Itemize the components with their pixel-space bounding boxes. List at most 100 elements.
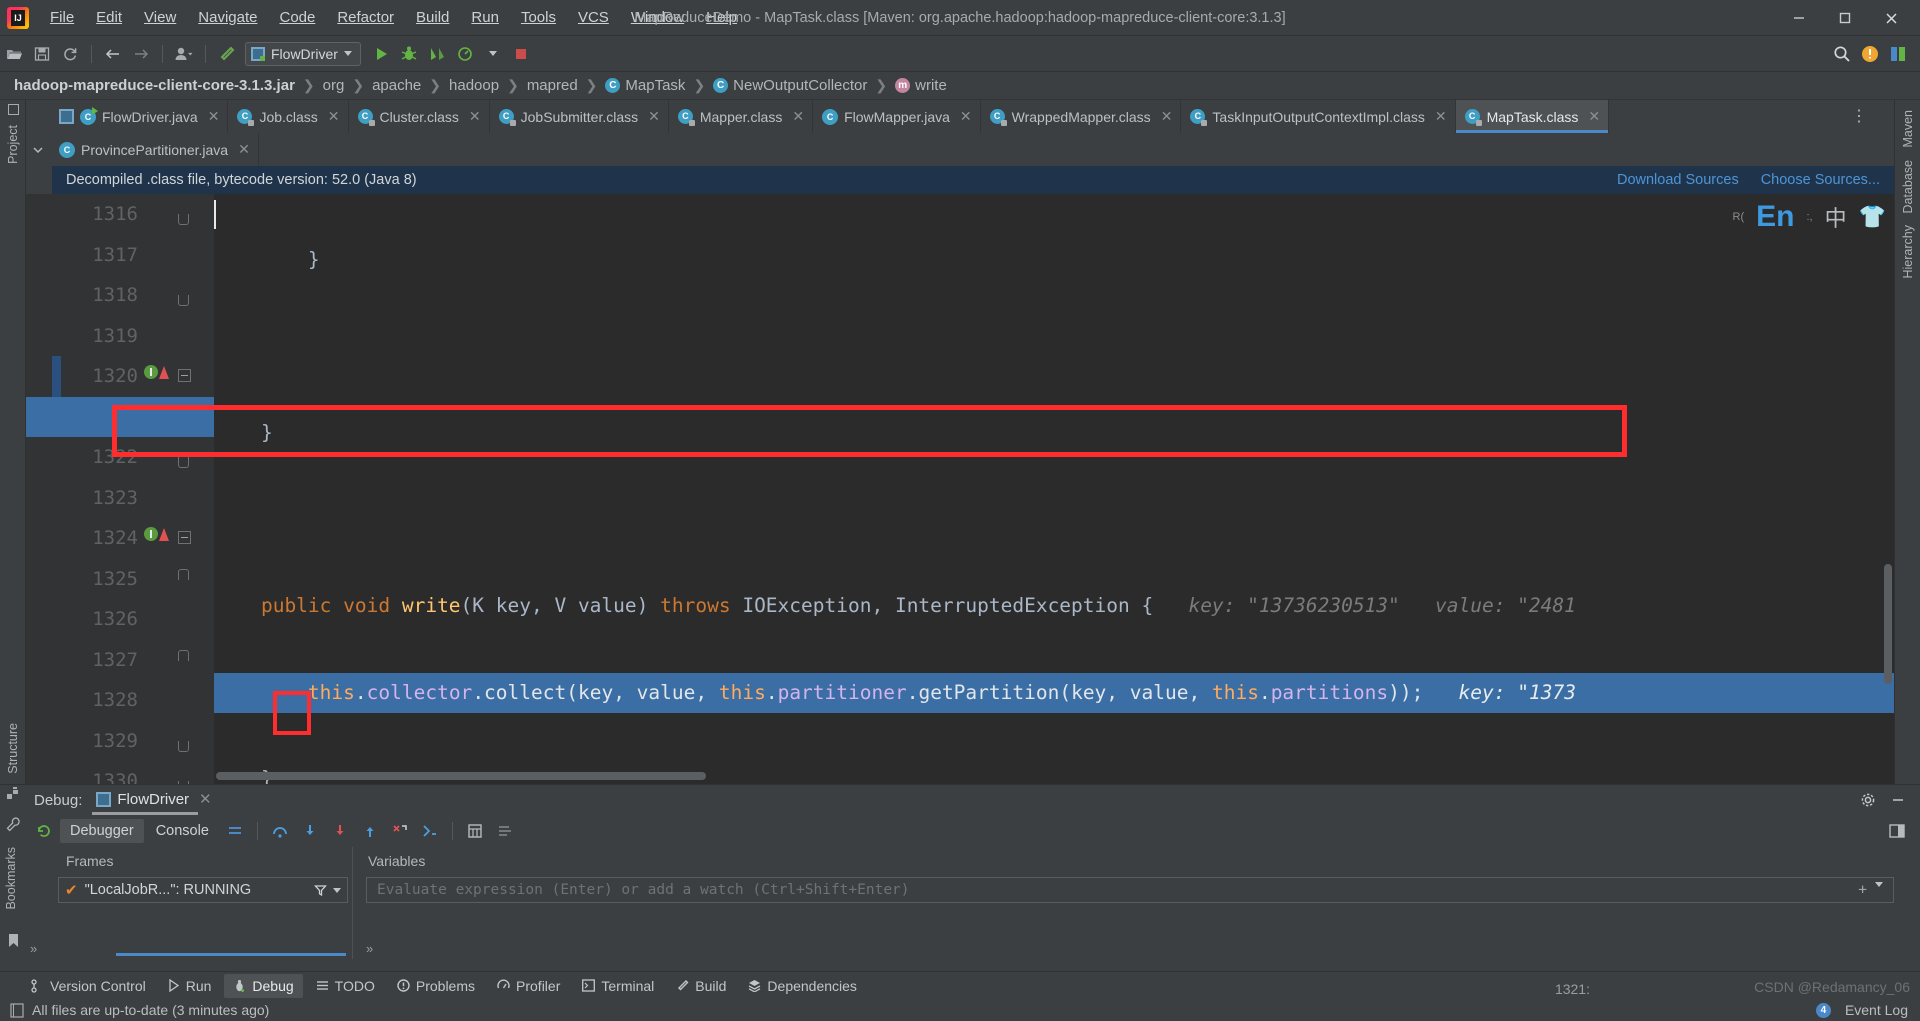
fold-start-icon[interactable] bbox=[178, 369, 191, 382]
close-icon[interactable]: ✕ bbox=[328, 108, 340, 125]
editor-vertical-scrollbar[interactable] bbox=[1884, 564, 1892, 684]
chevron-down-icon[interactable] bbox=[26, 133, 50, 166]
breadcrumb-item-org[interactable]: org bbox=[323, 77, 345, 94]
sync-refresh-icon[interactable] bbox=[56, 41, 84, 67]
user-profile-icon[interactable] bbox=[170, 41, 198, 67]
code-editor[interactable]: 1316 1317 1318 1319 1320 1321 1322 1323 … bbox=[26, 194, 1894, 784]
force-step-into-icon[interactable] bbox=[326, 818, 354, 844]
gear-icon[interactable] bbox=[1860, 792, 1876, 808]
sidebar-item-database[interactable]: Database bbox=[1901, 154, 1915, 220]
frames-scroll-indicator[interactable] bbox=[116, 953, 346, 956]
sidebar-item-hierarchy[interactable]: Hierarchy bbox=[1901, 219, 1915, 285]
close-icon[interactable]: ✕ bbox=[1435, 108, 1447, 125]
editor-tab-provincepartitioner[interactable]: C ProvincePartitioner.java ✕ bbox=[50, 133, 259, 166]
rerun-icon[interactable] bbox=[30, 818, 58, 844]
forward-arrow-icon[interactable] bbox=[127, 41, 155, 67]
menu-item-tools[interactable]: Tools bbox=[510, 6, 567, 29]
minimize-button[interactable] bbox=[1776, 0, 1822, 36]
close-button[interactable] bbox=[1868, 0, 1914, 36]
debug-session-tab[interactable]: FlowDriver ✕ bbox=[92, 785, 215, 815]
debug-panel-divider[interactable] bbox=[352, 847, 353, 959]
close-icon[interactable]: ✕ bbox=[199, 790, 212, 808]
open-folder-icon[interactable] bbox=[0, 41, 28, 67]
stop-button[interactable] bbox=[507, 41, 535, 67]
close-icon[interactable]: ✕ bbox=[238, 141, 250, 158]
menu-item-navigate[interactable]: Navigate bbox=[187, 6, 268, 29]
debug-tab-console[interactable]: Console bbox=[146, 819, 219, 843]
menu-item-window[interactable]: Window bbox=[620, 6, 695, 29]
hide-panel-icon[interactable] bbox=[1890, 792, 1906, 808]
menu-item-refactor[interactable]: Refactor bbox=[326, 6, 405, 29]
save-all-icon[interactable] bbox=[28, 41, 56, 67]
editor-tab-mapper[interactable]: C Mapper.class ✕ bbox=[669, 100, 814, 133]
caret-position-indicator[interactable]: 1321: bbox=[1555, 981, 1590, 997]
menu-item-help[interactable]: Help bbox=[695, 6, 748, 29]
code-text-area[interactable]: } } public void write(K key, V value) th… bbox=[214, 194, 1894, 784]
breadcrumb-item-newoutputcollector[interactable]: C NewOutputCollector bbox=[713, 77, 867, 94]
run-button[interactable] bbox=[367, 41, 395, 67]
breadcrumb-item-apache[interactable]: apache bbox=[372, 77, 421, 94]
notifications-icon[interactable] bbox=[1856, 41, 1884, 67]
fold-end-icon[interactable] bbox=[178, 740, 189, 752]
tabs-overflow-menu-icon[interactable]: ⋮ bbox=[1848, 100, 1870, 133]
sidebar-item-structure[interactable]: Structure bbox=[6, 717, 20, 780]
filter-icon[interactable] bbox=[314, 884, 327, 897]
toolwindow-profiler[interactable]: Profiler bbox=[488, 974, 569, 998]
fold-end-icon[interactable] bbox=[178, 295, 189, 306]
close-icon[interactable]: ✕ bbox=[208, 108, 220, 125]
ide-settings-icon[interactable] bbox=[1884, 41, 1912, 67]
debug-layout-toggle-icon[interactable] bbox=[1888, 822, 1920, 840]
frames-expand-icon[interactable]: » bbox=[30, 941, 37, 956]
toolwindow-build[interactable]: Build bbox=[667, 974, 735, 998]
menu-item-view[interactable]: View bbox=[133, 6, 187, 29]
close-icon[interactable]: ✕ bbox=[1588, 108, 1600, 125]
close-icon[interactable]: ✕ bbox=[1161, 108, 1173, 125]
fold-end-icon[interactable] bbox=[178, 214, 189, 225]
build-hammer-icon[interactable] bbox=[213, 41, 241, 67]
toolwindow-dependencies[interactable]: Dependencies bbox=[739, 974, 866, 998]
editor-tab-job[interactable]: C Job.class ✕ bbox=[228, 100, 349, 133]
menu-item-run[interactable]: Run bbox=[460, 6, 510, 29]
editor-tab-taskinputoutputcontextimpl[interactable]: C TaskInputOutputContextImpl.class ✕ bbox=[1181, 100, 1456, 133]
chevron-down-icon[interactable] bbox=[1875, 882, 1883, 887]
step-into-icon[interactable] bbox=[296, 818, 324, 844]
breakpoint-icon[interactable] bbox=[144, 527, 169, 541]
step-over-icon[interactable] bbox=[266, 818, 294, 844]
menu-item-edit[interactable]: Edit bbox=[85, 6, 133, 29]
toolwindow-problems[interactable]: Problems bbox=[388, 974, 484, 998]
menu-item-code[interactable]: Code bbox=[268, 6, 326, 29]
search-icon[interactable] bbox=[1828, 41, 1856, 67]
variables-expand-icon[interactable]: » bbox=[366, 941, 373, 956]
run-configuration-selector[interactable]: FlowDriver bbox=[245, 41, 361, 66]
breadcrumb-item-jar[interactable]: hadoop-mapreduce-client-core-3.1.3.jar bbox=[14, 77, 295, 94]
event-log-button[interactable]: Event Log bbox=[1845, 1002, 1908, 1018]
breadcrumb-item-maptask[interactable]: C MapTask bbox=[605, 77, 685, 94]
maximize-button[interactable] bbox=[1822, 0, 1868, 36]
editor-horizontal-scrollbar[interactable] bbox=[216, 772, 706, 780]
sidebar-item-maven[interactable]: Maven bbox=[1901, 104, 1915, 154]
fold-start-icon[interactable] bbox=[178, 568, 189, 580]
punctuation-mode-icon[interactable]: :, bbox=[1806, 211, 1812, 223]
breakpoint-icon[interactable] bbox=[144, 365, 169, 379]
menu-item-file[interactable]: File bbox=[39, 6, 85, 29]
wrench-icon[interactable] bbox=[6, 817, 21, 832]
toolwindow-todo[interactable]: TODO bbox=[307, 974, 384, 998]
choose-sources-link[interactable]: Choose Sources... bbox=[1761, 172, 1880, 188]
debug-tab-debugger[interactable]: Debugger bbox=[60, 819, 144, 843]
breadcrumb-item-mapred[interactable]: mapred bbox=[527, 77, 578, 94]
evaluate-expression-input[interactable]: Evaluate expression (Enter) or add a wat… bbox=[366, 877, 1894, 903]
breadcrumb-item-write[interactable]: m write bbox=[895, 77, 947, 94]
close-icon[interactable]: ✕ bbox=[648, 108, 660, 125]
fold-start-icon[interactable] bbox=[178, 531, 191, 544]
show-execution-point-icon[interactable] bbox=[221, 818, 249, 844]
sidebar-item-project[interactable]: Project bbox=[6, 119, 20, 170]
fold-end-icon[interactable] bbox=[178, 457, 189, 468]
evaluate-expression-icon[interactable] bbox=[461, 818, 489, 844]
run-to-cursor-icon[interactable] bbox=[416, 818, 444, 844]
close-icon[interactable]: ✕ bbox=[960, 108, 972, 125]
profile-dropdown-icon[interactable] bbox=[479, 41, 507, 67]
input-language-indicator[interactable]: En bbox=[1756, 200, 1794, 234]
add-watch-icon[interactable]: + bbox=[1858, 882, 1867, 898]
toolwindow-debug[interactable]: Debug bbox=[224, 973, 303, 998]
chinese-input-icon[interactable]: 中 bbox=[1825, 201, 1847, 233]
